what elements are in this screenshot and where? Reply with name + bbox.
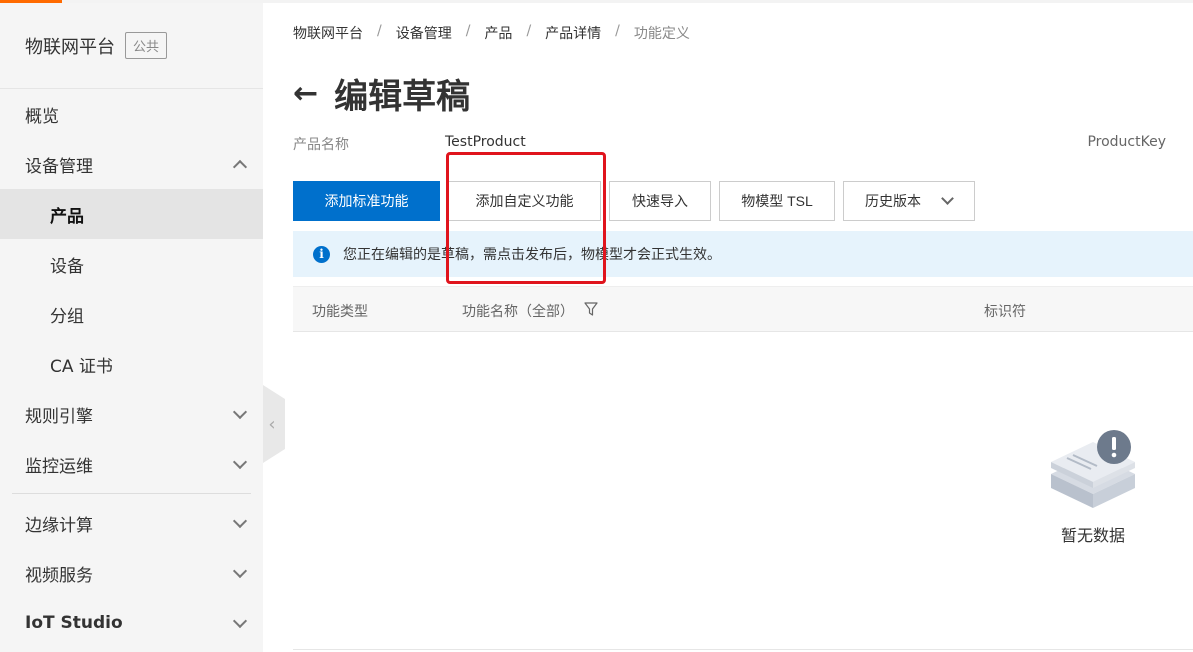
column-header-function-type: 功能类型 xyxy=(312,304,368,320)
filter-icon[interactable] xyxy=(584,302,598,320)
breadcrumb-separator: / xyxy=(377,23,382,39)
breadcrumb-item-product[interactable]: 产品 xyxy=(484,23,512,43)
empty-data-icon xyxy=(1047,430,1139,512)
sidebar-item-device[interactable]: 设备 xyxy=(0,239,263,289)
column-header-function-name[interactable]: 功能名称（全部） xyxy=(462,301,598,321)
sidebar-item-label: 视频服务 xyxy=(25,565,93,586)
sidebar-item-ca-cert[interactable]: CA 证书 xyxy=(0,339,263,389)
sidebar-item-overview[interactable]: 概览 xyxy=(0,89,263,139)
sidebar-item-label: 边缘计算 xyxy=(25,515,93,536)
add-standard-function-button[interactable]: 添加标准功能 xyxy=(293,181,440,221)
back-arrow-icon[interactable]: ← xyxy=(293,78,318,109)
table-bottom-border xyxy=(293,649,1193,650)
info-icon: i xyxy=(313,245,330,263)
title-row: ← 编辑草稿 xyxy=(293,69,470,118)
sidebar-item-label: 规则引擎 xyxy=(25,406,93,427)
breadcrumb-item-device-management[interactable]: 设备管理 xyxy=(396,23,452,43)
sidebar-item-label: IoT Studio xyxy=(25,613,123,633)
sidebar-item-label: 设备管理 xyxy=(25,156,93,177)
breadcrumb-separator: / xyxy=(526,23,532,39)
region-badge[interactable]: 公共 xyxy=(125,32,168,59)
history-version-dropdown[interactable]: 历史版本 xyxy=(843,181,975,221)
sidebar-item-edge-computing[interactable]: 边缘计算 xyxy=(0,498,263,548)
chevron-down-icon xyxy=(232,404,248,419)
chevron-left-icon: ‹ xyxy=(268,413,276,435)
breadcrumb-separator: / xyxy=(465,23,471,39)
sidebar-item-monitoring[interactable]: 监控运维 xyxy=(0,439,263,489)
sidebar-item-group[interactable]: 分组 xyxy=(0,289,263,339)
history-version-label: 历史版本 xyxy=(865,193,921,209)
column-header-label: 功能名称（全部） xyxy=(462,304,574,320)
quick-import-button[interactable]: 快速导入 xyxy=(609,181,711,221)
sidebar-title: 物联网平台 xyxy=(25,36,115,58)
sidebar-nav: 概览 设备管理 产品 设备 分组 CA 证书 规则引擎 监控运维 边缘计算 视频… xyxy=(0,89,263,648)
breadcrumb-item-product-detail[interactable]: 产品详情 xyxy=(545,23,601,43)
tsl-button[interactable]: 物模型 TSL xyxy=(719,181,835,221)
sidebar-item-iot-studio[interactable]: IoT Studio xyxy=(0,598,263,648)
add-custom-function-button[interactable]: 添加自定义功能 xyxy=(448,181,601,221)
toolbar: 添加标准功能 添加自定义功能 快速导入 物模型 TSL 历史版本 xyxy=(293,181,975,221)
sidebar-item-video-service[interactable]: 视频服务 xyxy=(0,548,263,598)
table-header: 功能类型 功能名称（全部） 标识符 xyxy=(293,286,1193,332)
sidebar: 物联网平台 公共 概览 设备管理 产品 设备 分组 CA 证书 规则引擎 监控运… xyxy=(0,3,263,652)
breadcrumb-item-current: 功能定义 xyxy=(633,26,690,42)
column-header-identifier: 标识符 xyxy=(984,304,1026,320)
sidebar-collapse-handle[interactable]: ‹ xyxy=(263,385,285,463)
sidebar-item-device-management[interactable]: 设备管理 xyxy=(0,139,263,189)
sidebar-item-label: 产品 xyxy=(50,206,84,227)
breadcrumb-separator: / xyxy=(615,23,620,39)
chevron-up-icon xyxy=(232,159,248,174)
chevron-down-icon xyxy=(232,613,248,628)
chevron-down-icon xyxy=(232,563,248,578)
chevron-down-icon xyxy=(941,192,954,205)
sidebar-item-label: 概览 xyxy=(25,106,59,127)
notice-text: 您正在编辑的是草稿，需点击发布后，物模型才会正式生效。 xyxy=(343,247,721,263)
empty-state: 暂无数据 xyxy=(1038,428,1148,546)
sidebar-item-label: 监控运维 xyxy=(25,456,93,477)
sidebar-item-label: 分组 xyxy=(50,306,84,327)
sidebar-item-label: CA 证书 xyxy=(50,356,113,377)
breadcrumb: 物联网平台 / 设备管理 / 产品 / 产品详情 / 功能定义 xyxy=(293,23,690,43)
draft-notice: i 您正在编辑的是草稿，需点击发布后，物模型才会正式生效。 xyxy=(293,231,1193,277)
sidebar-item-label: 设备 xyxy=(50,256,84,277)
sidebar-brand: 物联网平台 公共 xyxy=(0,3,263,89)
breadcrumb-item-iot-platform[interactable]: 物联网平台 xyxy=(293,23,363,43)
page-title: 编辑草稿 xyxy=(334,77,471,117)
chevron-down-icon xyxy=(232,513,248,528)
sidebar-divider xyxy=(12,493,251,494)
chevron-down-icon xyxy=(232,454,248,469)
empty-label: 暂无数据 xyxy=(1060,526,1125,545)
product-name-label: 产品名称 xyxy=(293,137,349,153)
sidebar-item-product[interactable]: 产品 xyxy=(0,189,263,239)
product-name-value: TestProduct xyxy=(445,134,526,150)
sidebar-item-rule-engine[interactable]: 规则引擎 xyxy=(0,389,263,439)
product-key-label: ProductKey xyxy=(1087,134,1166,150)
